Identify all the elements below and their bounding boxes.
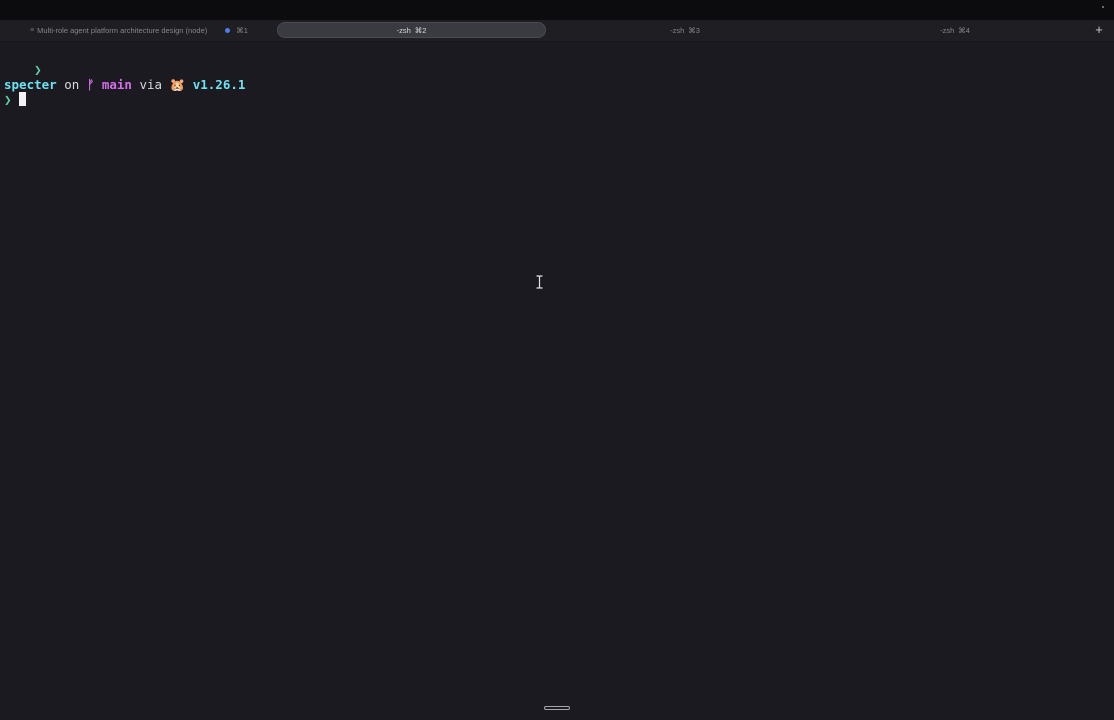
terminal-output[interactable]: ❯ specter on ᚠ main via 🐹 v1.26.1 ❯: [0, 42, 1114, 720]
previous-prompt-line: ❯: [4, 46, 42, 77]
tab-1-label: Multi-role agent platform architecture d…: [37, 25, 208, 35]
prompt-symbol-current: ❯: [4, 92, 12, 107]
tab-1[interactable]: ≡ Multi-role agent platform architecture…: [4, 22, 274, 38]
on-text: on: [64, 77, 80, 92]
current-prompt-line[interactable]: ❯: [4, 92, 26, 108]
go-gopher-icon: 🐹: [169, 77, 186, 92]
scroll-handle[interactable]: [544, 706, 570, 710]
status-dot-icon: [1102, 6, 1104, 8]
tab-bar: ≡ Multi-role agent platform architecture…: [0, 20, 1114, 42]
activity-dot-icon: [225, 27, 231, 33]
git-branch-icon: ᚠ: [86, 77, 95, 92]
runtime-version: v1.26.1: [192, 77, 246, 92]
tab-4-label: -zsh: [940, 25, 955, 35]
tab-3-label: -zsh: [670, 25, 685, 35]
tab-2-active[interactable]: -zsh ⌘2: [277, 22, 546, 38]
tab-3-shortcut: ⌘3: [688, 25, 700, 35]
tab-4[interactable]: -zsh ⌘4: [820, 22, 1090, 38]
text-cursor-icon: [18, 92, 26, 106]
directory-name: specter: [4, 77, 57, 92]
prompt-symbol: ❯: [34, 62, 42, 77]
window-top-bar: [0, 0, 1114, 20]
tab-1-shortcut: ⌘1: [236, 25, 248, 35]
tab-2-shortcut: ⌘2: [414, 25, 427, 35]
tab-menu-icon: ≡: [30, 26, 35, 34]
prompt-info-line: specter on ᚠ main via 🐹 v1.26.1: [4, 77, 245, 93]
git-branch-name: main: [101, 77, 132, 92]
tab-3[interactable]: -zsh ⌘3: [550, 22, 820, 38]
tab-4-shortcut: ⌘4: [958, 25, 970, 35]
tab-2-label: -zsh: [396, 25, 411, 35]
ibeam-pointer-icon: [536, 275, 543, 289]
via-text: via: [139, 77, 163, 92]
new-tab-button[interactable]: +: [1093, 22, 1105, 38]
